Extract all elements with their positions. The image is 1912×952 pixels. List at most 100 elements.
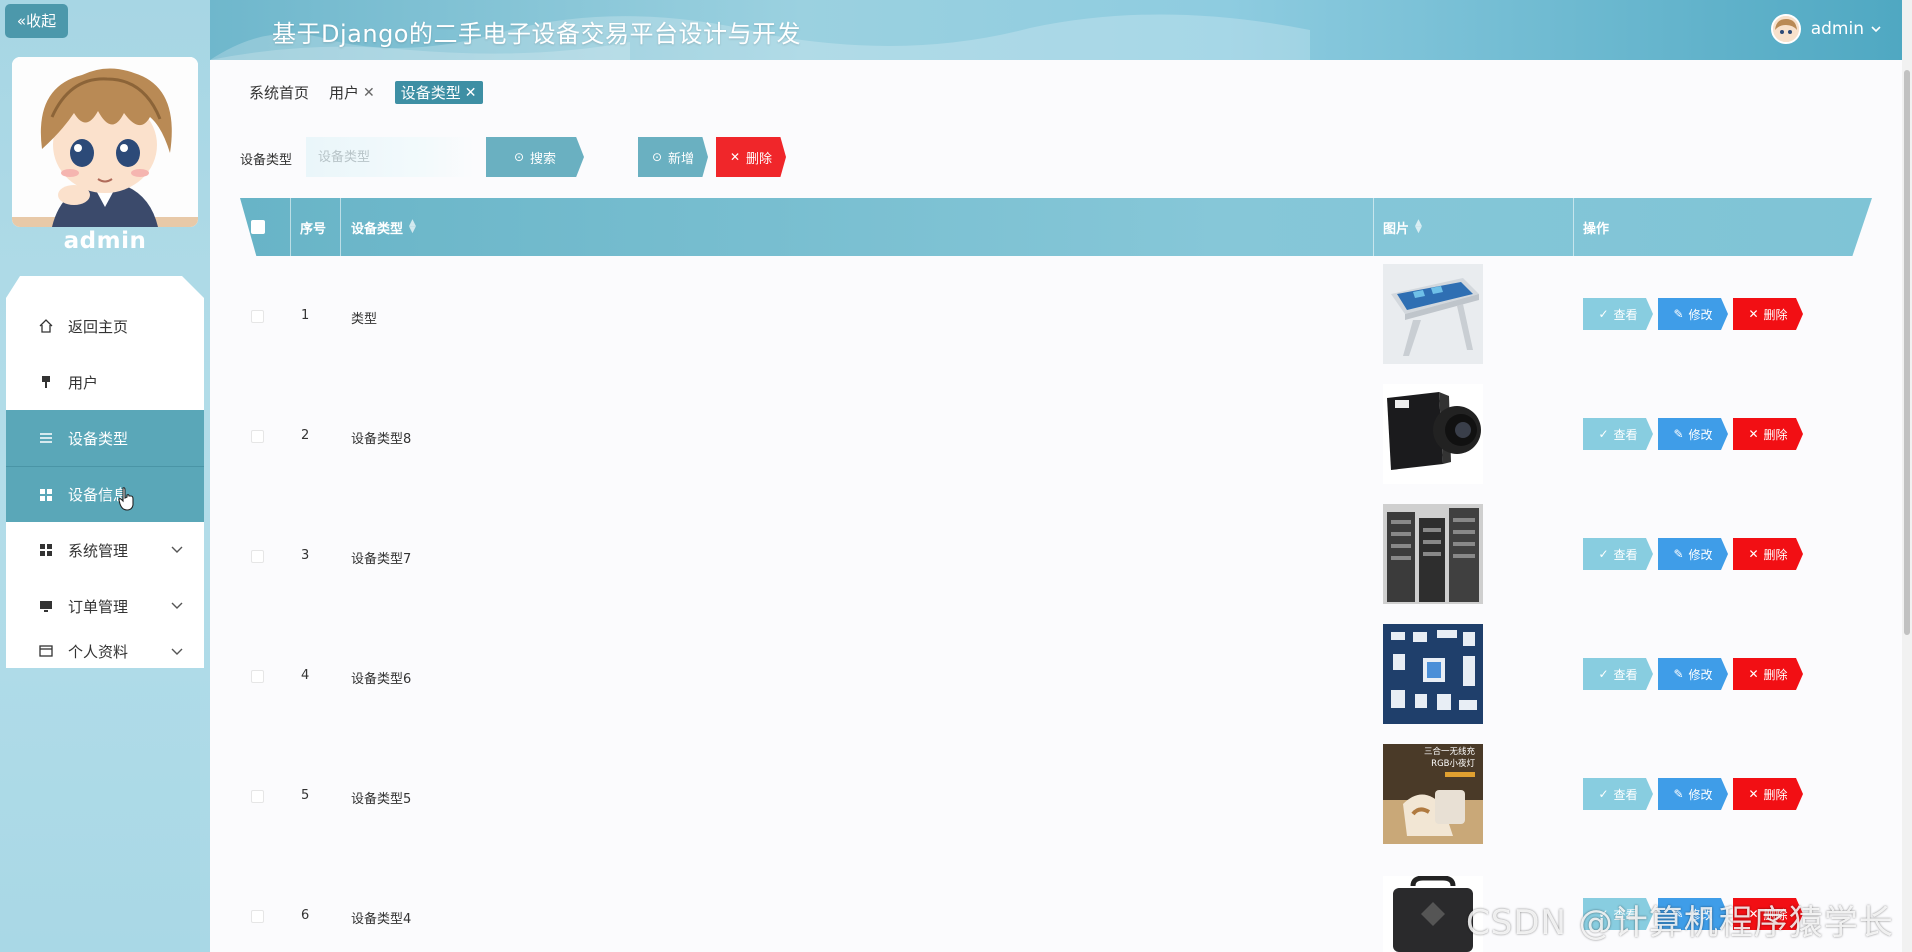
view-button[interactable]: ✓ 查看 [1583,898,1653,930]
search-input[interactable] [306,137,474,177]
sidebar-item-home[interactable]: 返回主页 [6,298,204,354]
row-device-type: 设备类型8 [351,432,412,447]
row-checkbox[interactable] [251,790,264,803]
tab-device-type[interactable]: 设备类型 ✕ [394,81,483,104]
app-title: 基于Django的二手电子设备交易平台设计与开发 [272,20,801,48]
row-index: 5 [301,788,310,803]
button-label: 删除 [746,151,773,167]
sidebar-item-label: 系统管理 [68,541,129,560]
edit-button[interactable]: ✎ 修改 [1658,898,1728,930]
hand-cursor-icon [118,487,134,511]
row-checkbox[interactable] [251,430,264,443]
sidebar-item-orders[interactable]: 订单管理 [6,578,204,634]
device-image[interactable] [1383,876,1483,952]
list-icon [40,433,52,443]
row-device-type: 设备类型4 [351,912,412,927]
row-index: 4 [301,668,310,683]
sidebar-menu: 返回主页 用户 设备类型 设备信息 系统管理 订单管理 个人资料 [6,276,204,668]
button-label: 搜索 [530,151,557,167]
delete-button[interactable]: ✕ 删除 [1733,538,1803,570]
column-header-image[interactable]: 图片 ▲ ▼ [1383,198,1422,256]
column-header-type[interactable]: 设备类型 ▲ ▼ [351,198,416,256]
device-image[interactable] [1383,624,1483,724]
delete-button[interactable]: ✕ 删除 [1733,298,1803,330]
sidebar-item-device-type[interactable]: 设备类型 [6,410,204,466]
delete-button[interactable]: ✕ 删除 [1733,898,1803,930]
pencil-icon: ✎ [1673,427,1684,441]
home-icon [39,319,53,333]
edit-button[interactable]: ✎ 修改 [1658,538,1728,570]
sidebar-item-label: 个人资料 [68,642,129,661]
top-header: 基于Django的二手电子设备交易平台设计与开发 admin [210,0,1902,60]
delete-button[interactable]: ✕ 删除 [1733,778,1803,810]
table-row: 2 设备类型8 ✓ 查看 ✎ 修改 ✕ 删除 [240,376,1872,496]
view-button[interactable]: ✓ 查看 [1583,658,1653,690]
device-image[interactable] [1383,264,1483,364]
collapse-button[interactable]: «收起 [5,4,68,38]
check-icon: ✓ [1598,427,1609,441]
chevron-down-icon [171,546,183,553]
close-icon[interactable]: ✕ [465,85,477,101]
close-icon[interactable]: ✕ [363,85,375,101]
select-all-checkbox[interactable] [251,220,265,234]
device-image[interactable] [1383,504,1483,604]
search-label: 设备类型 [240,153,293,168]
search-button[interactable]: ⊙ 搜索 [486,137,584,177]
column-header-actions: 操作 [1583,221,1610,237]
add-button[interactable]: ⊙ 新增 [638,137,708,177]
sidebar-item-profile[interactable]: 个人资料 [6,634,204,668]
row-checkbox[interactable] [251,310,264,323]
view-button[interactable]: ✓ 查看 [1583,778,1653,810]
delete-button[interactable]: ✕ 删除 [1733,658,1803,690]
tab-label: 系统首页 [249,84,310,102]
view-button[interactable]: ✓ 查看 [1583,298,1653,330]
check-circle-icon: ⊙ [651,150,663,164]
anime-avatar-icon [12,57,198,227]
sort-icon[interactable]: ▲ ▼ [409,219,416,235]
edit-button[interactable]: ✎ 修改 [1658,298,1728,330]
close-icon: ✕ [1748,907,1759,921]
page-scrollbar[interactable] [1902,0,1912,952]
row-checkbox[interactable] [251,670,264,683]
row-index: 6 [301,908,310,923]
sidebar-item-system[interactable]: 系统管理 [6,522,204,578]
sidebar-item-label: 订单管理 [68,597,129,616]
check-icon: ✓ [1598,307,1609,321]
edit-button[interactable]: ✎ 修改 [1658,658,1728,690]
edit-button[interactable]: ✎ 修改 [1658,418,1728,450]
chevron-down-icon [1871,26,1881,33]
close-icon: ✕ [1748,427,1759,441]
user-icon [42,376,50,388]
device-image[interactable] [1383,384,1483,484]
sidebar-item-users[interactable]: 用户 [6,354,204,410]
row-checkbox[interactable] [251,550,264,563]
row-checkbox[interactable] [251,910,264,923]
table-row: 6 设备类型4 ✓ 查看 ✎ 修改 ✕ 删除 [240,856,1872,952]
check-icon: ✓ [1598,787,1609,801]
pencil-icon: ✎ [1673,667,1684,681]
batch-delete-button[interactable]: ✕ 删除 [716,137,786,177]
tab-home[interactable]: 系统首页 [249,82,309,103]
table-row: 4 设备类型6 ✓ 查看 ✎ 修改 ✕ 删除 [240,616,1872,736]
close-icon: ✕ [729,150,741,164]
pencil-icon: ✎ [1673,547,1684,561]
sidebar-item-device-info[interactable]: 设备信息 [6,466,204,522]
tab-label: 设备类型 [400,84,461,102]
delete-button[interactable]: ✕ 删除 [1733,418,1803,450]
server-racks-image-icon [1383,504,1483,604]
edit-button[interactable]: ✎ 修改 [1658,778,1728,810]
view-button[interactable]: ✓ 查看 [1583,538,1653,570]
sort-icon[interactable]: ▲ ▼ [1415,219,1422,235]
user-dropdown[interactable]: admin [1770,14,1882,44]
sidebar-item-label: 返回主页 [68,317,129,336]
view-button[interactable]: ✓ 查看 [1583,418,1653,450]
close-icon: ✕ [1748,787,1759,801]
appliances-diagram-image-icon [1383,624,1483,724]
device-image[interactable]: 三合一无线充 RGB小夜灯 [1383,744,1483,844]
tab-users[interactable]: 用户 ✕ [329,82,375,103]
monitor-icon [40,601,52,612]
scrollbar-thumb[interactable] [1904,70,1910,635]
table-row: 5 设备类型5 三合一无线充 RGB小夜灯 ✓ 查看 ✎ 修改 ✕ 删除 [240,736,1872,856]
tab-label: 用户 [329,84,360,102]
equipment-case-image-icon [1383,876,1483,952]
